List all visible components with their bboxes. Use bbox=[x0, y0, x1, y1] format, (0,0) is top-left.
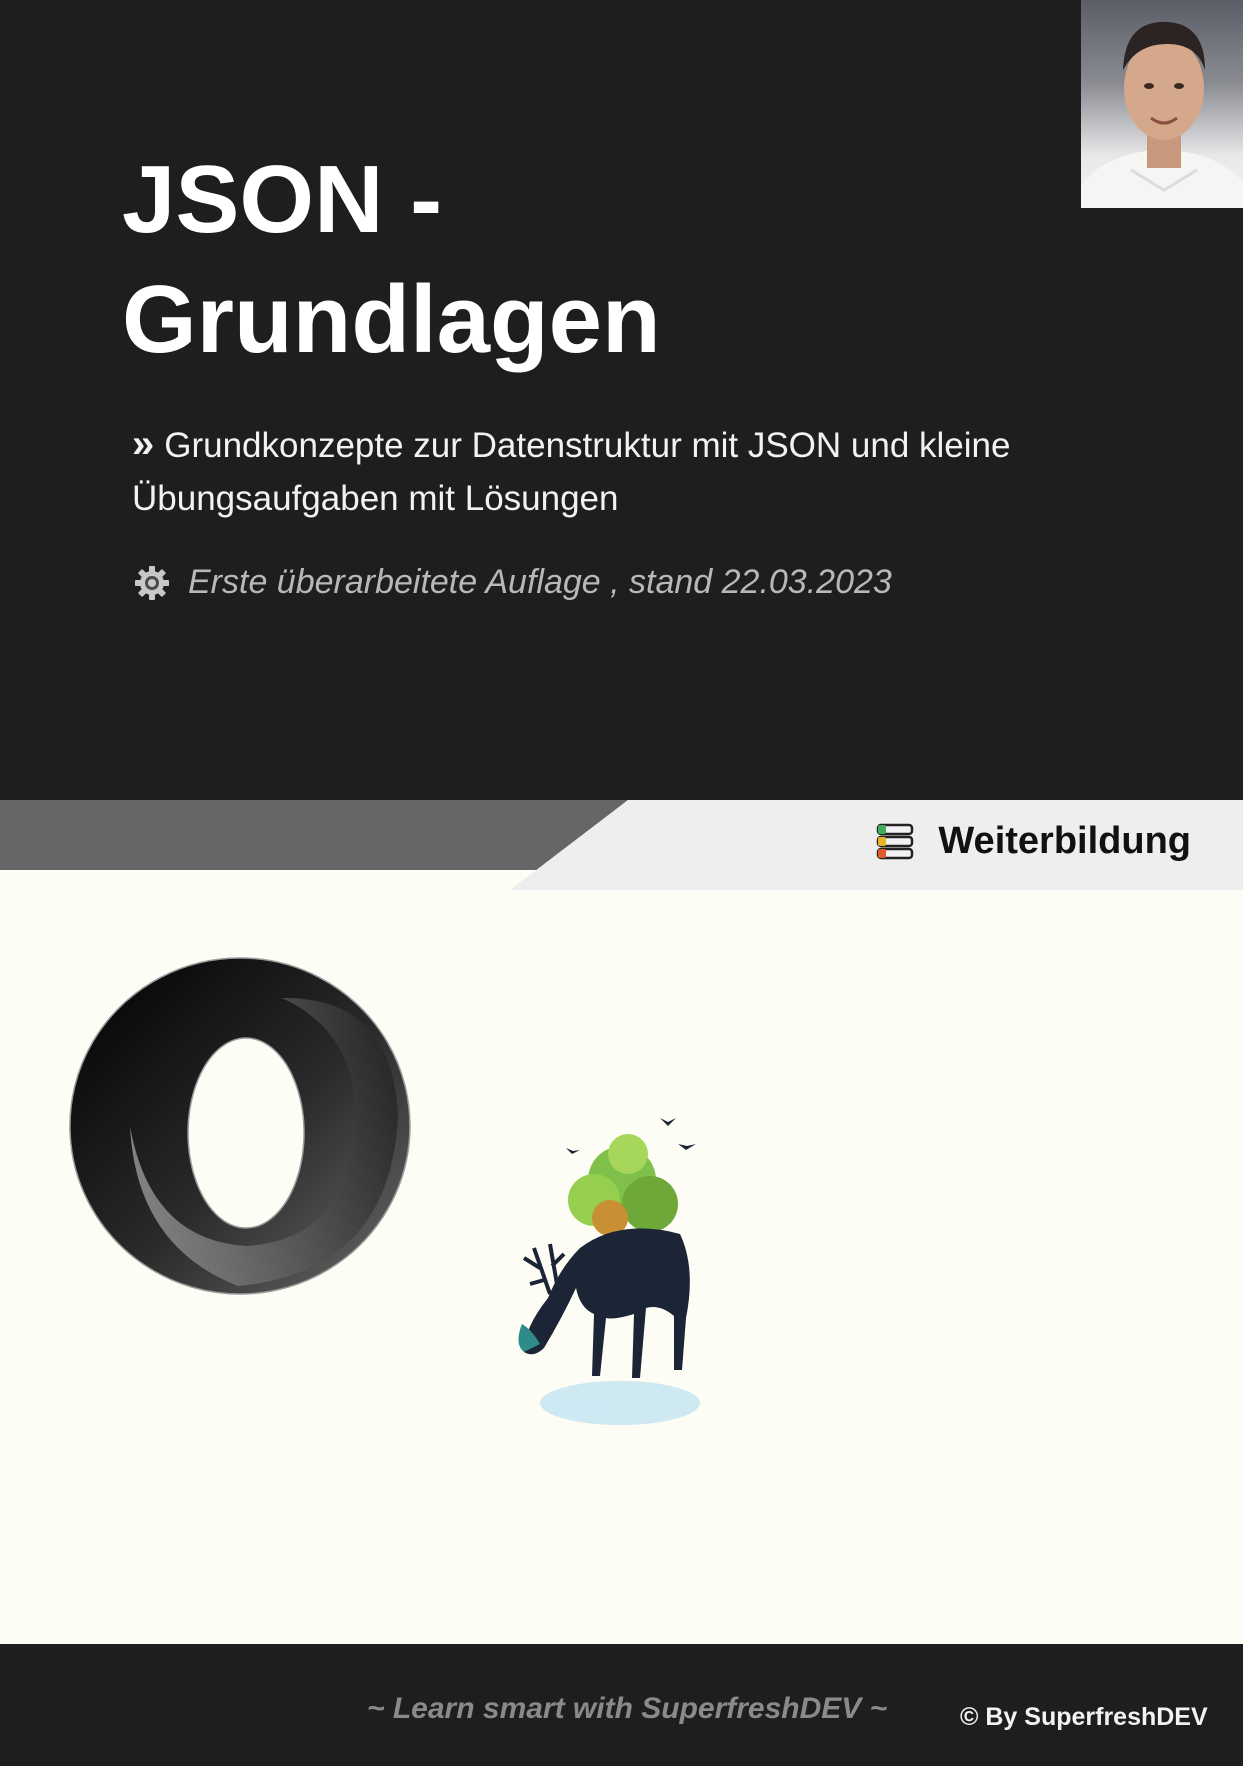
deer-illustration bbox=[518, 1118, 700, 1425]
document-title: JSON - Grundlagen bbox=[122, 140, 661, 380]
subtitle-text: Grundkonzepte zur Datenstruktur mit JSON… bbox=[132, 426, 1011, 518]
title-line-1: JSON - bbox=[122, 146, 443, 253]
category-text: Weiterbildung bbox=[938, 820, 1191, 862]
json-logo bbox=[69, 957, 411, 1295]
footer-slogan: ~ Learn smart with SuperfreshDEV ~ bbox=[367, 1692, 888, 1725]
subtitle-marker: » bbox=[132, 422, 155, 466]
footer-copyright: © By SuperfreshDEV bbox=[960, 1703, 1208, 1731]
cover-header bbox=[0, 0, 1243, 800]
title-line-2: Grundlagen bbox=[122, 266, 661, 373]
author-photo bbox=[1081, 0, 1243, 208]
books-icon bbox=[877, 823, 914, 859]
gear-icon bbox=[135, 565, 169, 600]
category-label: Weiterbildung bbox=[874, 820, 1191, 863]
edition-text: Erste überarbeitete Auflage , stand 22.0… bbox=[188, 563, 892, 601]
edition-line: Erste überarbeitete Auflage , stand 22.0… bbox=[134, 563, 892, 602]
document-subtitle: » Grundkonzepte zur Datenstruktur mit JSO… bbox=[132, 418, 1132, 525]
